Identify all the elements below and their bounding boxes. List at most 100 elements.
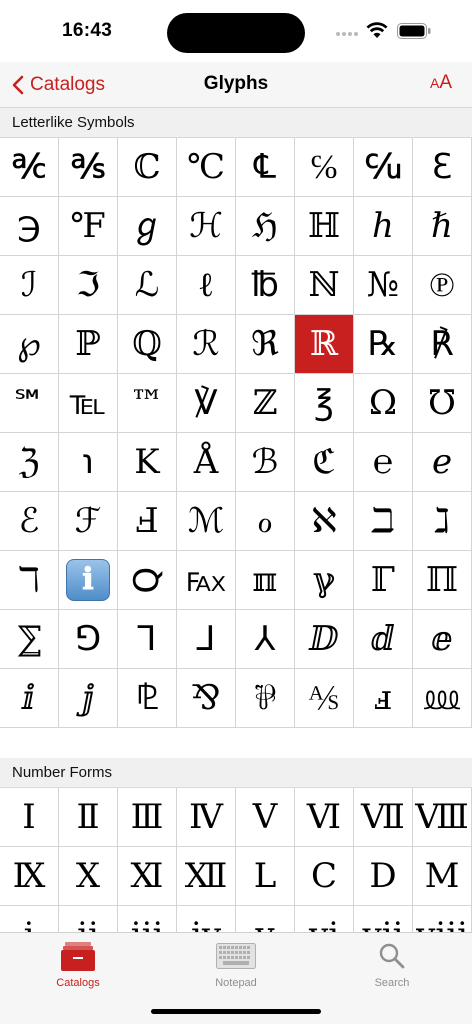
glyph-cell[interactable]: ⅇ (413, 610, 472, 669)
glyph-cell[interactable]: ⅊ (118, 669, 177, 728)
glyph-cell[interactable]: ℚ (118, 315, 177, 374)
glyph-cell[interactable]: ⅆ (354, 610, 413, 669)
glyph-cell[interactable]: K (118, 433, 177, 492)
glyph-cell[interactable]: Ω (354, 374, 413, 433)
glyph-cell[interactable]: ℱ (59, 492, 118, 551)
glyph-cell[interactable]: ⅳ (177, 906, 236, 932)
glyph-cell[interactable]: ℶ (354, 492, 413, 551)
glyph-cell[interactable]: ⅃ (177, 610, 236, 669)
glyph-cell[interactable]: ℮ (354, 433, 413, 492)
glyph-cell[interactable]: ⅏ (413, 669, 472, 728)
glyph-cell[interactable]: ℝ (295, 315, 354, 374)
glyph-cell[interactable]: ℟ (413, 315, 472, 374)
glyph-cell[interactable]: ℳ (177, 492, 236, 551)
glyph-cell[interactable]: ℴ (236, 492, 295, 551)
glyph-cell[interactable]: ℧ (413, 374, 472, 433)
glyph-cell[interactable]: Ⅸ (0, 847, 59, 906)
glyph-cell[interactable]: ℍ (295, 197, 354, 256)
glyph-cell[interactable]: ⅈ (0, 669, 59, 728)
glyph-cell[interactable]: Ⅷ (413, 788, 472, 847)
glyph-cell[interactable]: ℗ (413, 256, 472, 315)
glyph-cell[interactable]: ℼ (236, 551, 295, 610)
glyph-cell[interactable]: ℀ (0, 138, 59, 197)
glyph-cell[interactable]: ⅰ (0, 906, 59, 932)
glyph-cell[interactable]: Ⅾ (354, 847, 413, 906)
glyph-cell[interactable]: ℥ (295, 374, 354, 433)
glyph-cell[interactable]: ℞ (354, 315, 413, 374)
glyph-cell[interactable]: Ⅎ (118, 492, 177, 551)
glyph-cell[interactable]: ℻ (177, 551, 236, 610)
glyph-cell[interactable]: ℿ (413, 551, 472, 610)
glyph-cell[interactable]: ℆ (354, 138, 413, 197)
glyph-cell[interactable]: ℨ (0, 433, 59, 492)
glyph-cell[interactable]: ℎ (354, 197, 413, 256)
glyph-cell[interactable]: ℭ (295, 433, 354, 492)
glyph-cell[interactable]: Å (177, 433, 236, 492)
glyph-cell[interactable]: ℵ (295, 492, 354, 551)
glyph-cell[interactable]: ℊ (118, 197, 177, 256)
tab-search[interactable]: Search (342, 941, 442, 989)
glyph-cell[interactable]: ℈ (0, 197, 59, 256)
glyph-cell[interactable]: ⅄ (236, 610, 295, 669)
glyph-cell[interactable]: ⅍ (295, 669, 354, 728)
glyph-cell[interactable]: ⅀ (0, 610, 59, 669)
glyph-cell[interactable]: ℔ (236, 256, 295, 315)
tab-notepad[interactable]: Notepad (186, 941, 286, 989)
glyph-cell[interactable]: ℡ (59, 374, 118, 433)
glyph-cell[interactable]: ℽ (295, 551, 354, 610)
glyph-cell[interactable]: ™ (118, 374, 177, 433)
glyph-cell[interactable]: ℜ (236, 315, 295, 374)
glyph-cell[interactable]: Ⅴ (236, 788, 295, 847)
glyph-cell[interactable]: № (354, 256, 413, 315)
glyph-cell[interactable]: ℄ (236, 138, 295, 197)
glyph-cell[interactable]: ℾ (354, 551, 413, 610)
glyph-cell[interactable]: ℇ (413, 138, 472, 197)
glyph-cell[interactable]: ℒ (118, 256, 177, 315)
glyph-cell[interactable]: Ⅰ (0, 788, 59, 847)
glyph-cell[interactable]: ℺ (118, 551, 177, 610)
glyph-cell[interactable]: ℬ (236, 433, 295, 492)
glyph-cell[interactable]: Ⅻ (177, 847, 236, 906)
glyph-cell[interactable]: ℑ (59, 256, 118, 315)
glyph-cell[interactable]: ℰ (0, 492, 59, 551)
glyph-cell[interactable]: ⅎ (354, 669, 413, 728)
glyph-cell[interactable]: ℹ (59, 551, 118, 610)
glyph-cell[interactable]: Ⅱ (59, 788, 118, 847)
glyph-cell[interactable]: ℛ (177, 315, 236, 374)
glyph-cell[interactable]: ℤ (236, 374, 295, 433)
glyph-cell[interactable]: Ⅶ (354, 788, 413, 847)
glyph-cell[interactable]: ℐ (0, 256, 59, 315)
glyph-cell[interactable]: Ⅽ (295, 847, 354, 906)
glyph-cell[interactable]: ℯ (413, 433, 472, 492)
glyph-cell[interactable]: Ⅲ (118, 788, 177, 847)
glyph-cell[interactable]: ⅂ (118, 610, 177, 669)
glyph-cell[interactable]: ⅷ (413, 906, 472, 932)
tab-catalogs[interactable]: Catalogs (28, 941, 128, 989)
glyph-cell[interactable]: ⅁ (59, 610, 118, 669)
font-size-button[interactable]: AA (430, 72, 452, 94)
glyph-cell[interactable]: ℌ (236, 197, 295, 256)
glyph-cell[interactable]: ℃ (177, 138, 236, 197)
glyph-list[interactable]: Letterlike Symbols ℀ ℁ ℂ ℃ ℄ ℅ ℆ ℇ ℈ ℉ ℊ ℋ ℌ ℍℎ ℏ ℐ ℑ ℒℓ ℔… (0, 108, 472, 932)
glyph-cell[interactable]: ℩ (59, 433, 118, 492)
glyph-cell[interactable]: ℘ (0, 315, 59, 374)
glyph-cell[interactable]: Ⅼ (236, 847, 295, 906)
glyph-cell[interactable]: ℁ (59, 138, 118, 197)
glyph-cell[interactable]: ⅲ (118, 906, 177, 932)
glyph-cell[interactable]: Ⅵ (295, 788, 354, 847)
glyph-cell[interactable]: ⅱ (59, 906, 118, 932)
glyph-cell[interactable]: ⅵ (295, 906, 354, 932)
glyph-cell[interactable]: ⅅ (295, 610, 354, 669)
glyph-cell[interactable]: ℅ (295, 138, 354, 197)
glyph-cell[interactable]: ℂ (118, 138, 177, 197)
glyph-cell[interactable]: ℓ (177, 256, 236, 315)
glyph-cell[interactable]: ℕ (295, 256, 354, 315)
glyph-cell[interactable]: ℣ (177, 374, 236, 433)
glyph-cell[interactable]: ℠ (0, 374, 59, 433)
glyph-cell[interactable]: Ⅿ (413, 847, 472, 906)
glyph-cell[interactable]: ℸ (0, 551, 59, 610)
glyph-cell[interactable]: Ⅹ (59, 847, 118, 906)
glyph-cell[interactable]: Ⅳ (177, 788, 236, 847)
glyph-cell[interactable]: ℏ (413, 197, 472, 256)
glyph-cell[interactable]: ℋ (177, 197, 236, 256)
